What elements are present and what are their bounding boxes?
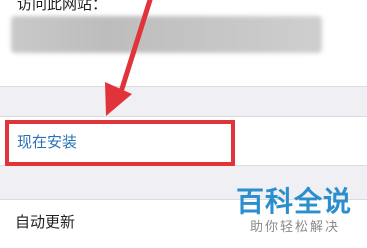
separator: [0, 86, 367, 87]
site-access-label: 访问此网站：: [17, 0, 108, 13]
auto-update-label: 自动更新: [15, 213, 76, 231]
watermark-title: 百科全说: [236, 185, 353, 218]
settings-card-top: 访问此网站：: [0, 0, 367, 86]
redacted-url-field: [11, 16, 322, 53]
highlight-box: [5, 120, 235, 166]
watermark-subtitle: 助你轻松解决: [250, 220, 341, 235]
